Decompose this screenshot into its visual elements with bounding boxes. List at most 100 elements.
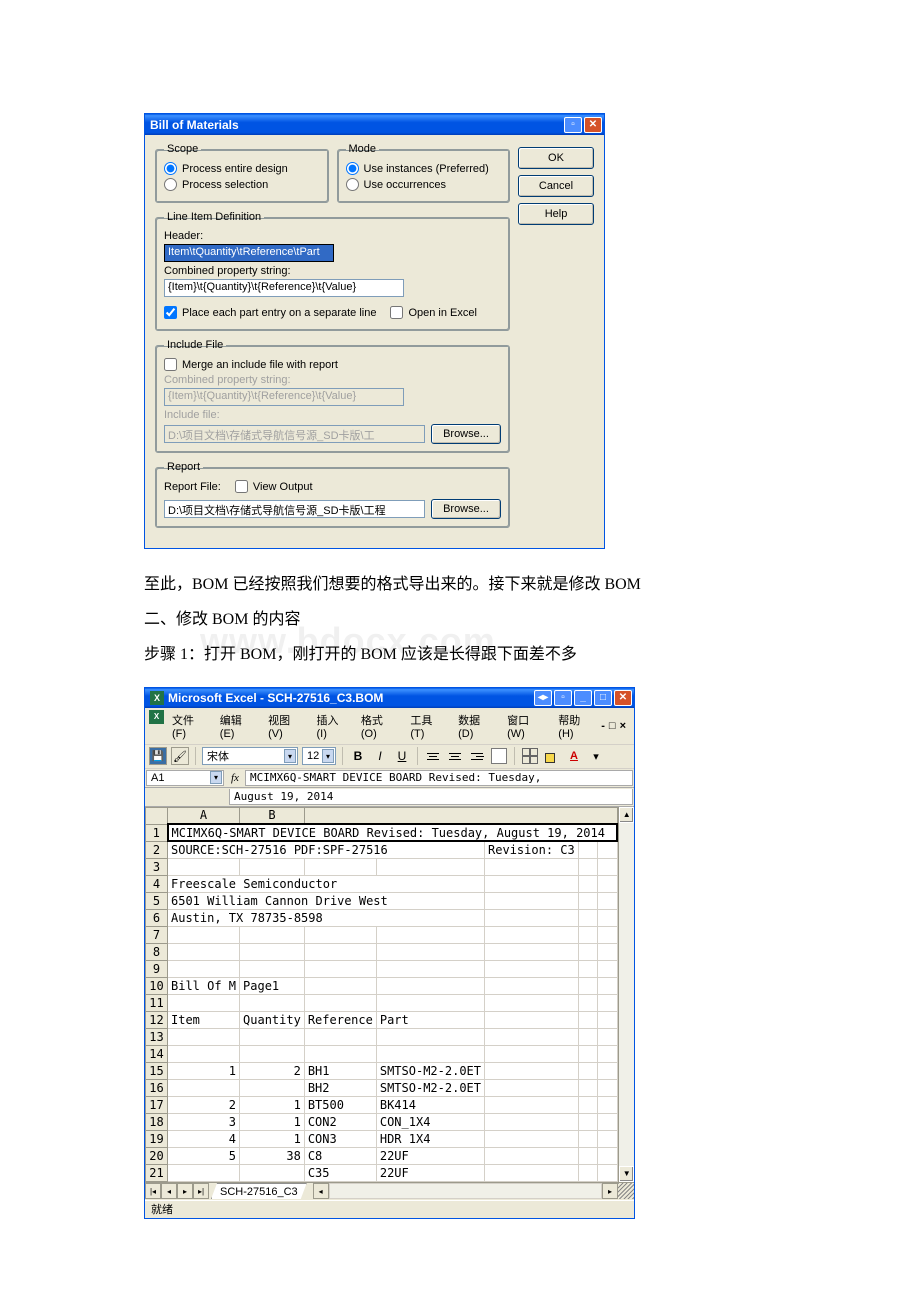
cell[interactable] [598, 1079, 618, 1096]
tab-next-icon[interactable]: ▸ [177, 1183, 193, 1199]
cell[interactable] [168, 858, 240, 875]
cell[interactable] [168, 1164, 240, 1181]
row-header[interactable]: 5 [146, 892, 168, 909]
cell[interactable] [578, 1028, 598, 1045]
mode-instances-radio[interactable]: Use instances (Preferred) [346, 162, 502, 175]
combined-input[interactable]: {Item}\t{Quantity}\t{Reference}\t{Value} [164, 279, 404, 297]
tab-first-icon[interactable]: |◂ [145, 1183, 161, 1199]
scope-entire-input[interactable] [164, 162, 177, 175]
cell[interactable]: BH1 [304, 1062, 376, 1079]
formula-input-line2[interactable]: August 19, 2014 [229, 789, 633, 805]
cell[interactable]: CON2 [304, 1113, 376, 1130]
row-header[interactable]: 4 [146, 875, 168, 892]
cell[interactable] [598, 1130, 618, 1147]
row-header[interactable]: 13 [146, 1028, 168, 1045]
cell[interactable]: SMTSO-M2-2.0ET [376, 1062, 484, 1079]
cell[interactable] [578, 1062, 598, 1079]
cell[interactable] [376, 1045, 484, 1062]
merge-cells-icon[interactable] [490, 747, 508, 765]
cell[interactable] [240, 1079, 305, 1096]
cell[interactable] [240, 1028, 305, 1045]
cell[interactable] [578, 1011, 598, 1028]
restore-icon[interactable]: ▫ [564, 117, 582, 133]
cell[interactable]: BK414 [376, 1096, 484, 1113]
cell[interactable] [376, 994, 484, 1011]
cell[interactable] [598, 960, 618, 977]
cell[interactable]: BT500 [304, 1096, 376, 1113]
cell[interactable] [578, 943, 598, 960]
merge-input[interactable] [164, 358, 177, 371]
cell[interactable] [578, 926, 598, 943]
open-excel-check[interactable]: Open in Excel [390, 306, 476, 319]
cell[interactable]: Freescale Semiconductor [168, 875, 485, 892]
header-input[interactable]: Item\tQuantity\tReference\tPart [164, 244, 334, 262]
chevron-down-icon[interactable]: ▾ [210, 771, 222, 784]
cell[interactable]: MCIMX6Q-SMART DEVICE BOARD Revised: Tues… [168, 824, 618, 841]
cell[interactable] [578, 892, 598, 909]
cell[interactable] [485, 1062, 579, 1079]
col-header[interactable] [304, 807, 617, 824]
cell[interactable] [304, 943, 376, 960]
menu-insert[interactable]: 插入(I) [311, 710, 353, 742]
cell[interactable]: BH2 [304, 1079, 376, 1096]
ok-button[interactable]: OK [518, 147, 594, 169]
cell[interactable]: Reference [304, 1011, 376, 1028]
cell[interactable] [598, 943, 618, 960]
cell[interactable] [598, 1011, 618, 1028]
cell[interactable]: 2 [168, 1096, 240, 1113]
row-header[interactable]: 8 [146, 943, 168, 960]
cell[interactable] [485, 926, 579, 943]
cell[interactable]: 3 [168, 1113, 240, 1130]
row-header[interactable]: 6 [146, 909, 168, 926]
cell[interactable] [578, 1164, 598, 1181]
cell[interactable] [578, 1096, 598, 1113]
row-header[interactable]: 17 [146, 1096, 168, 1113]
cell[interactable] [598, 858, 618, 875]
align-left-icon[interactable] [424, 747, 442, 765]
row-header[interactable]: 18 [146, 1113, 168, 1130]
cell[interactable] [578, 1113, 598, 1130]
scope-entire-radio[interactable]: Process entire design [164, 162, 320, 175]
cell[interactable] [598, 1062, 618, 1079]
inc-browse-button[interactable]: Browse... [431, 424, 501, 444]
resize-grip-icon[interactable] [618, 1183, 634, 1199]
cell[interactable]: 6501 William Cannon Drive West [168, 892, 485, 909]
mode-instances-input[interactable] [346, 162, 359, 175]
cell[interactable]: 4 [168, 1130, 240, 1147]
italic-button[interactable]: I [371, 747, 389, 765]
cell[interactable] [578, 909, 598, 926]
cell[interactable]: Bill Of M [168, 977, 240, 994]
report-browse-button[interactable]: Browse... [431, 499, 501, 519]
cell[interactable] [485, 1028, 579, 1045]
cell[interactable]: HDR 1X4 [376, 1130, 484, 1147]
cell[interactable] [598, 994, 618, 1011]
cancel-button[interactable]: Cancel [518, 175, 594, 197]
cell[interactable] [598, 1028, 618, 1045]
cell[interactable]: 22UF [376, 1164, 484, 1181]
cell[interactable] [485, 994, 579, 1011]
cell[interactable] [598, 1113, 618, 1130]
cell[interactable] [240, 960, 305, 977]
cell[interactable] [578, 875, 598, 892]
cell[interactable] [485, 909, 579, 926]
cell[interactable] [578, 1147, 598, 1164]
chevron-down-icon[interactable]: ▾ [322, 749, 334, 763]
cell[interactable] [240, 1164, 305, 1181]
doc-restore-icon[interactable]: - [601, 720, 605, 732]
cell[interactable] [304, 858, 376, 875]
name-box[interactable]: A1 ▾ [146, 770, 224, 786]
excel-max-icon[interactable]: □ [594, 690, 612, 706]
row-header[interactable]: 3 [146, 858, 168, 875]
toolbar-options-icon[interactable]: ▾ [587, 747, 605, 765]
menu-data[interactable]: 数据(D) [452, 710, 499, 742]
cell[interactable] [578, 841, 598, 858]
merge-check[interactable]: Merge an include file with report [164, 358, 501, 371]
cell[interactable] [168, 926, 240, 943]
cell[interactable] [578, 977, 598, 994]
cell[interactable]: 2 [240, 1062, 305, 1079]
cell[interactable] [485, 1130, 579, 1147]
cell[interactable] [578, 1045, 598, 1062]
font-color-icon[interactable]: A [565, 747, 583, 765]
cell[interactable]: Item [168, 1011, 240, 1028]
chevron-down-icon[interactable]: ▾ [284, 749, 296, 763]
